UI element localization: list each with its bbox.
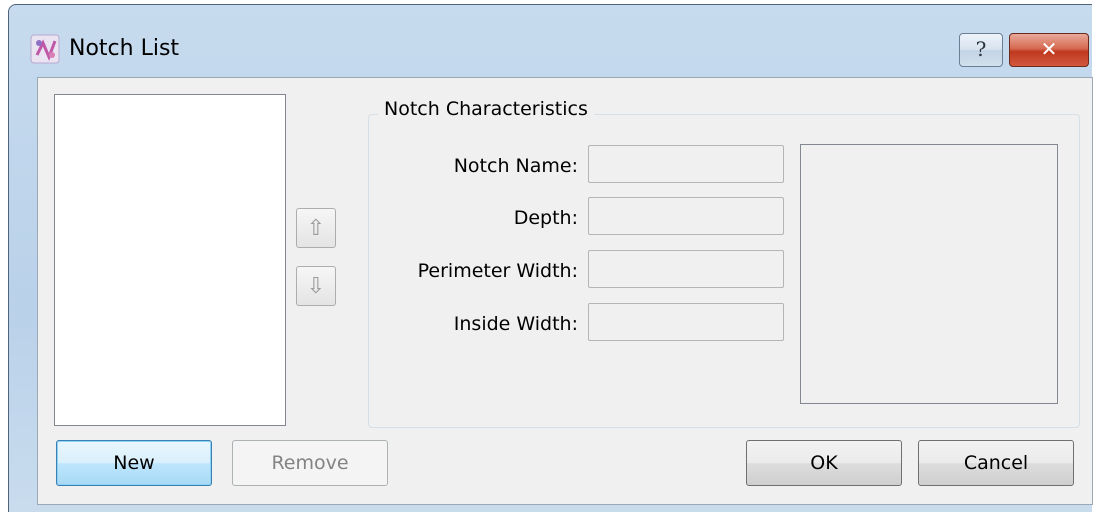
depth-field[interactable] [588,197,784,235]
notch-list-dialog: Notch List ? ✕ ⇧ ⇩ Notch Characteristics… [8,4,1093,512]
ok-button[interactable]: OK [746,440,902,486]
move-down-button[interactable]: ⇩ [296,266,336,306]
notch-name-label: Notch Name: [453,155,578,177]
new-button[interactable]: New [56,440,212,486]
inside-width-label: Inside Width: [453,313,578,335]
depth-label: Depth: [513,207,578,229]
arrow-down-icon: ⇩ [306,273,326,299]
group-title: Notch Characteristics [378,96,594,122]
move-up-button[interactable]: ⇧ [296,208,336,248]
notch-listbox[interactable] [54,94,286,426]
close-button[interactable]: ✕ [1009,33,1089,67]
perimeter-width-label: Perimeter Width: [417,260,578,282]
notch-name-field[interactable] [588,145,784,183]
cancel-button[interactable]: Cancel [918,440,1074,486]
app-icon [30,34,60,64]
perimeter-width-field[interactable] [588,250,784,288]
remove-button[interactable]: Remove [232,440,388,486]
window-title: Notch List [69,36,180,61]
title-bar[interactable]: Notch List ? ✕ [9,5,1092,83]
dialog-body: ⇧ ⇩ Notch Characteristics Notch Name: De… [37,77,1093,505]
arrow-up-icon: ⇧ [306,215,326,241]
notch-preview [800,144,1058,404]
inside-width-field[interactable] [588,303,784,341]
help-button[interactable]: ? [959,33,1003,67]
